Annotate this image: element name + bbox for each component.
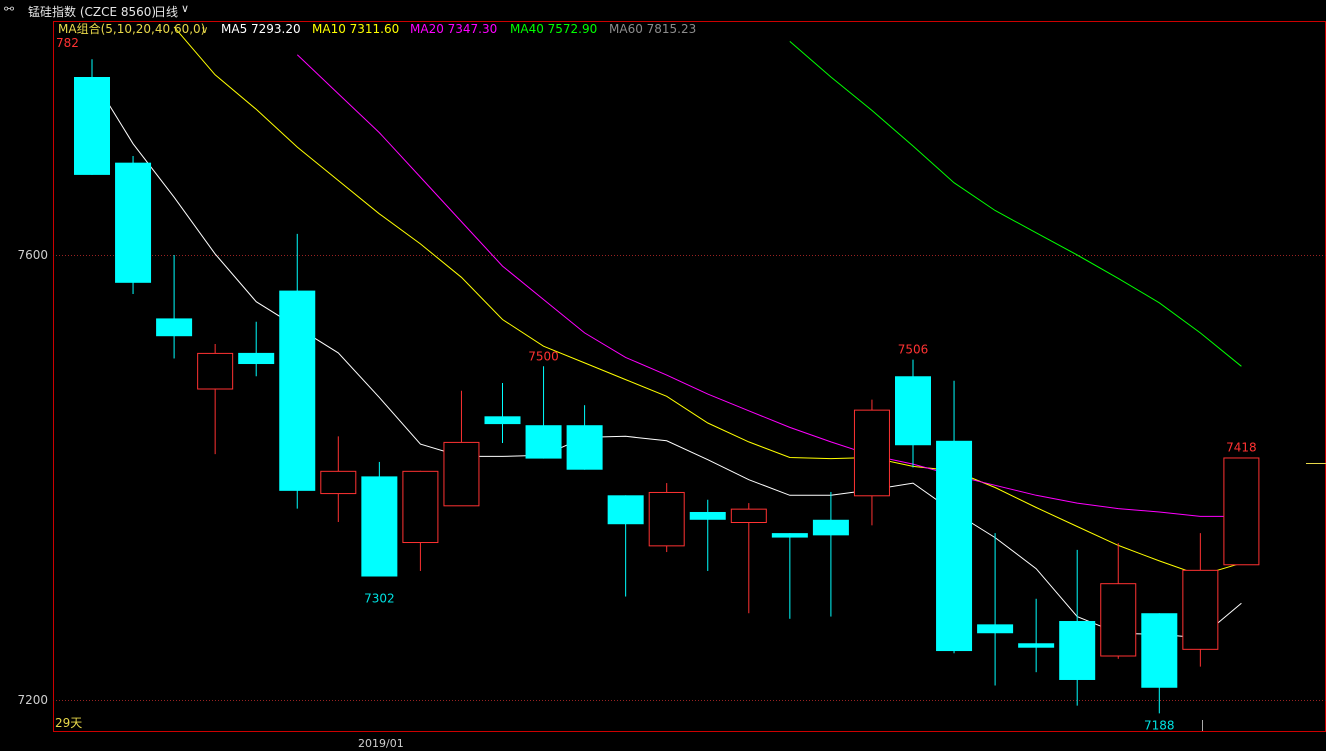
candle-body-up bbox=[1223, 457, 1260, 566]
date-tick: 2019/01 bbox=[358, 737, 404, 750]
candle-body-down bbox=[156, 318, 193, 337]
candle-body-up bbox=[320, 470, 357, 495]
candle-body-down bbox=[279, 290, 316, 491]
candle-body-up bbox=[1100, 583, 1137, 657]
price-label: 7500 bbox=[528, 349, 559, 363]
candle-body-up bbox=[648, 491, 685, 547]
candle-body-up bbox=[443, 441, 480, 507]
candle-body-down bbox=[771, 533, 808, 538]
ma-group-selector[interactable]: MA组合(5,10,20,40,60,0) bbox=[58, 21, 205, 36]
candle-body-down bbox=[115, 162, 152, 283]
price-label: 7506 bbox=[898, 343, 929, 357]
candle-body-down bbox=[977, 624, 1014, 634]
candle-body-up bbox=[730, 508, 767, 523]
ma5-legend: MA5 7293.20 bbox=[221, 22, 301, 36]
price-label: 7188 bbox=[1144, 718, 1175, 732]
chevron-down-icon[interactable]: ∨ bbox=[201, 25, 208, 36]
candle-body-up bbox=[197, 352, 234, 390]
candle-body-up bbox=[402, 470, 439, 544]
y-tick-label: 7600 bbox=[17, 248, 48, 262]
candle-body-down bbox=[74, 77, 110, 175]
ma60-legend: MA60 7815.23 bbox=[609, 22, 696, 36]
candle-body-down bbox=[238, 352, 275, 365]
ma-legend: MA组合(5,10,20,40,60,0) ∨ MA5 7293.20 MA10… bbox=[58, 21, 696, 36]
candle-body-down bbox=[1059, 621, 1096, 680]
candle-body-down bbox=[895, 376, 931, 446]
y-tick-label: 7200 bbox=[17, 693, 48, 707]
candle-body-down bbox=[607, 495, 644, 525]
candle-body-down bbox=[361, 476, 398, 577]
candles bbox=[74, 59, 1260, 714]
ma10-legend: MA10 7311.60 bbox=[312, 22, 399, 36]
candle-body-down bbox=[936, 440, 973, 652]
candle-body-down bbox=[812, 519, 849, 536]
candlestick-chart[interactable]: 782 7302 7500 7506 7418 7188 MA组合(5,10,20,40,… bbox=[0, 0, 1326, 751]
ma20-legend: MA20 7347.30 bbox=[410, 22, 497, 36]
price-label: 782 bbox=[56, 36, 79, 50]
candle-body-up bbox=[853, 409, 890, 497]
y-axis: 7600 7200 bbox=[17, 248, 48, 707]
candle-body-up bbox=[1182, 569, 1219, 650]
ma-line-ma40 bbox=[789, 41, 1242, 367]
candle-body-down bbox=[525, 425, 562, 459]
candle-body-down bbox=[484, 416, 521, 425]
candle-body-down bbox=[1141, 613, 1178, 688]
price-label: 7418 bbox=[1226, 440, 1257, 454]
days-label: 29天 bbox=[55, 716, 82, 730]
ma-line-ma20 bbox=[296, 54, 1242, 517]
candle-body-down bbox=[566, 425, 603, 470]
candle-body-down bbox=[689, 511, 726, 520]
candle-body-down bbox=[1018, 643, 1055, 648]
price-label: 7302 bbox=[364, 592, 395, 606]
ma40-legend: MA40 7572.90 bbox=[510, 22, 597, 36]
